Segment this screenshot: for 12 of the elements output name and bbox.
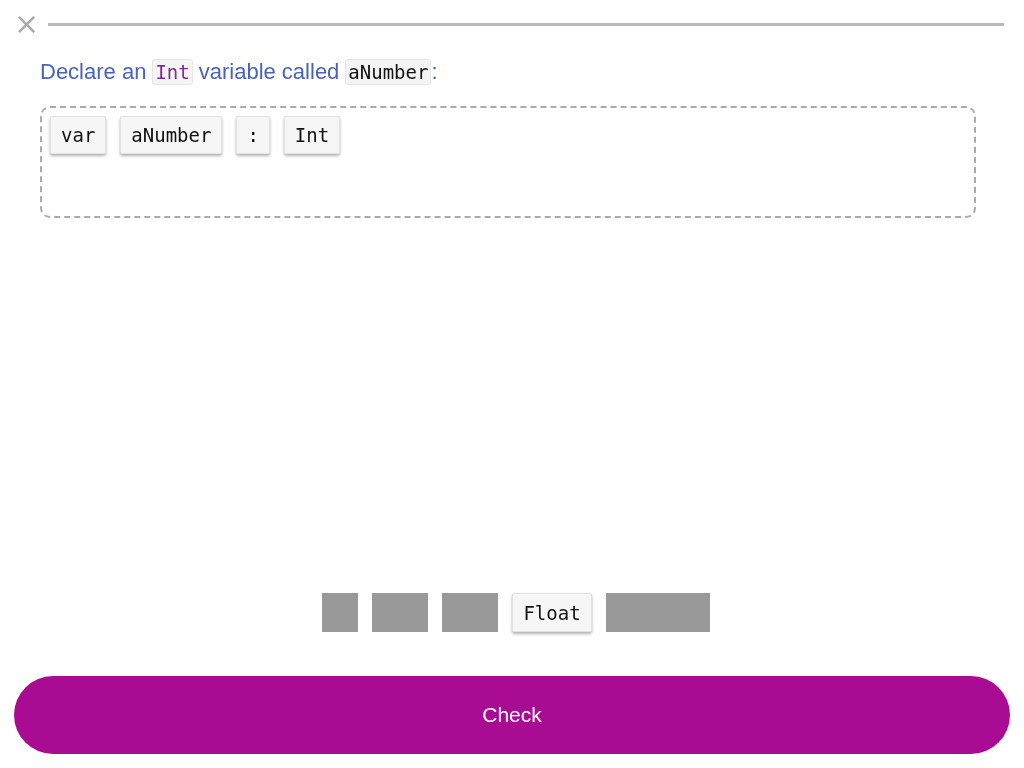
code-token[interactable]: var [50, 116, 107, 154]
prompt-text: Declare an [40, 59, 147, 85]
code-keyword: Int [152, 59, 193, 85]
code-token[interactable]: Int [283, 116, 341, 154]
code-token[interactable]: aNumber [120, 116, 223, 154]
answer-area[interactable]: var aNumber : Int [40, 106, 976, 218]
check-button[interactable]: Check [14, 676, 1010, 754]
code-identifier: aNumber [345, 59, 432, 85]
code-token[interactable]: Float [512, 593, 592, 632]
prompt-text: variable called [198, 59, 340, 85]
prompt-text: : [431, 59, 438, 85]
code-token[interactable]: : [236, 116, 270, 154]
